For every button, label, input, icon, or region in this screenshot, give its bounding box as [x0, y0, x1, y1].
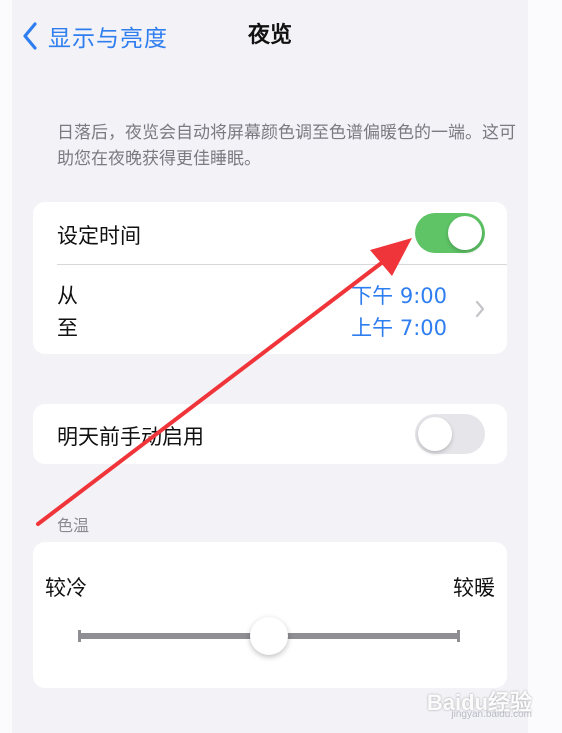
watermark-logo: Baidu经验 jingyan.baidu.com — [427, 685, 532, 720]
scheduled-label: 设定时间 — [57, 224, 141, 248]
scheduled-toggle[interactable] — [415, 213, 485, 253]
manual-enable-card: 明天前手动启用 — [33, 404, 507, 464]
watermark-url: jingyan.baidu.com — [451, 709, 532, 720]
toggle-knob — [448, 216, 482, 250]
back-button[interactable]: 显示与亮度 — [22, 20, 168, 52]
night-shift-description: 日落后，夜览会自动将屏幕颜色调至色谱偏暖色的一端。这可助您在夜晚获得更佳睡眠。 — [57, 123, 516, 169]
screen-edge-right — [528, 0, 562, 733]
slider-tick-max — [457, 630, 460, 642]
toggle-knob — [418, 417, 452, 451]
manual-enable-toggle[interactable] — [415, 414, 485, 454]
from-time: 下午 9:00 — [351, 284, 447, 308]
chevron-left-icon — [23, 22, 37, 50]
page-title: 夜览 — [247, 23, 292, 48]
slider-tick-min — [78, 630, 81, 642]
row-divider — [57, 264, 507, 265]
slider-knob[interactable] — [250, 617, 288, 655]
back-button-label: 显示与亮度 — [48, 26, 168, 52]
color-temperature-header: 色温 — [57, 516, 90, 535]
chevron-right-icon — [475, 300, 485, 318]
schedule-time-row[interactable]: 从 至 下午 9:00 上午 7:00 — [33, 266, 507, 354]
to-label: 至 — [57, 316, 78, 340]
to-time: 上午 7:00 — [351, 316, 447, 340]
cooler-label: 较冷 — [45, 576, 87, 600]
manual-enable-label: 明天前手动启用 — [57, 425, 204, 449]
color-temperature-card: 较冷 较暖 — [33, 542, 507, 688]
schedule-card: 设定时间 从 至 下午 9:00 上午 7:00 — [33, 202, 507, 354]
from-label: 从 — [57, 284, 78, 308]
screen-edge-left — [0, 0, 12, 733]
warmer-label: 较暖 — [453, 576, 495, 600]
